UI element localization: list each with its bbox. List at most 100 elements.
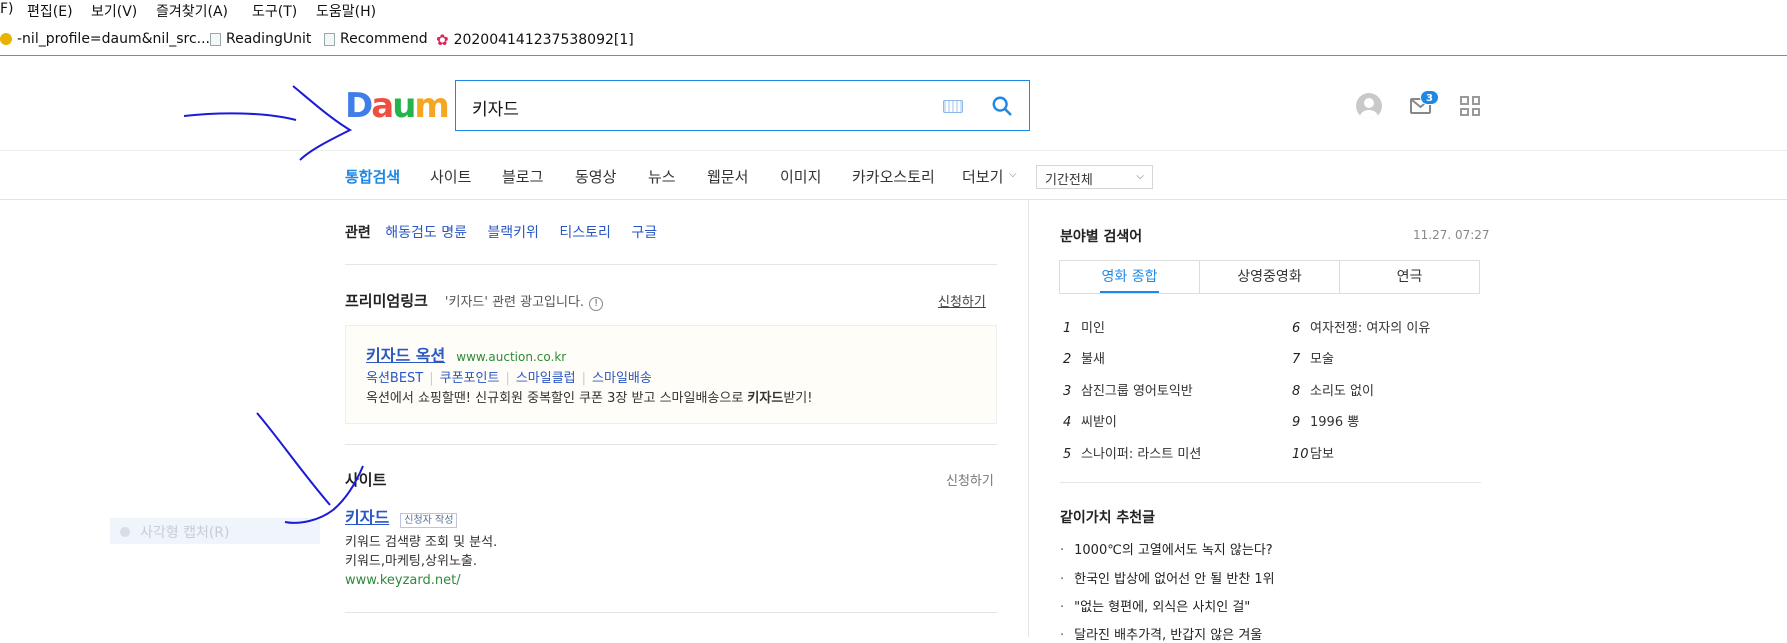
favorite-label: -nil_profile=daum&nil_src... [17, 31, 210, 47]
premium-header: 프리미엄링크 '키자드' 관련 광고입니다. ! [345, 290, 604, 311]
avatar[interactable] [1356, 93, 1382, 119]
rank-item[interactable]: 9 1996 뽕 [1292, 411, 1359, 430]
tab-image[interactable]: 이미지 [780, 166, 821, 187]
ghost-menu-label: 사각형 캡처(R) [140, 525, 230, 541]
sidebar-title: 분야별 검색어 [1060, 229, 1143, 245]
category-tabs: 영화 종합 상영중영화 연극 [1059, 260, 1480, 294]
menu-bar: F) 편집(E) 보기(V) 즐겨찾기(A) 도구(T) 도움말(H) [0, 0, 1787, 22]
menu-tools[interactable]: 도구(T) [252, 1, 297, 21]
capture-icon [120, 527, 130, 537]
rank-item[interactable]: 10담보 [1292, 443, 1334, 462]
column-divider [1028, 200, 1029, 637]
ghost-menu-item: 사각형 캡처(R) [110, 518, 320, 544]
favorite-item-readingunit[interactable]: ReadingUnit [210, 31, 311, 47]
site-result-desc: 키워드 검색량 조회 및 분석. [345, 535, 498, 550]
apps-grid-icon[interactable] [1460, 96, 1480, 116]
menu-edit[interactable]: 편집(E) [27, 1, 73, 21]
rank-item[interactable]: 7 모술 [1292, 348, 1334, 367]
rank-item[interactable]: 1 미인 [1063, 317, 1105, 336]
rank-item[interactable]: 2 불새 [1063, 348, 1105, 367]
search-icon[interactable] [991, 95, 1013, 117]
daum-logo[interactable]: Daum [345, 86, 450, 126]
chevron-down-icon[interactable]: ⌵ [1009, 169, 1017, 180]
site-apply-link[interactable]: 신청하기 [946, 470, 994, 489]
nav-divider [0, 199, 1787, 200]
menu-view[interactable]: 보기(V) [91, 1, 137, 21]
ad-sublink[interactable]: 스마일클럽 [516, 371, 576, 386]
tab-movie-all[interactable]: 영화 종합 [1060, 261, 1200, 293]
site-result: 키자드 신청자 작성 [345, 504, 458, 528]
site-result-title[interactable]: 키자드 [345, 508, 389, 527]
sidebar-timestamp: 11.27. 07:27 [1413, 228, 1490, 242]
favorite-item-image[interactable]: ✿ 202004141237538092[1] [436, 31, 634, 49]
ad-url[interactable]: www.auction.co.kr [456, 350, 566, 364]
rank-item[interactable]: 8 소리도 없이 [1292, 380, 1374, 399]
favorites-bar: -nil_profile=daum&nil_src... ReadingUnit… [0, 26, 1787, 56]
info-icon[interactable]: ! [589, 297, 604, 311]
ad-sublink[interactable]: 옥션BEST [366, 371, 423, 386]
tab-theater[interactable]: 연극 [1340, 261, 1479, 293]
premium-apply-link[interactable]: 신청하기 [938, 291, 986, 310]
related-link[interactable]: 해동검도 명륜 [385, 225, 467, 241]
tab-site[interactable]: 사이트 [430, 166, 471, 187]
related-link[interactable]: 블랙키위 [487, 225, 539, 241]
favorite-label: Recommend [340, 31, 428, 47]
tab-now-showing[interactable]: 상영중영화 [1200, 261, 1340, 293]
related-label: 관련 [345, 225, 371, 241]
search-input[interactable]: 키자드 [472, 95, 519, 120]
ad-desc-keyword: 키자드 [747, 391, 784, 406]
ad-desc-text: 받기! [783, 391, 813, 406]
site-result-url[interactable]: www.keyzard.net/ [345, 573, 461, 588]
flower-icon: ✿ [436, 31, 449, 49]
ad-card: 키자드 옥션 www.auction.co.kr 옥션BEST | 쿠폰포인트 | 스마… [345, 325, 997, 424]
menu-file[interactable]: F) [0, 1, 14, 17]
page-icon [210, 32, 221, 46]
related-link[interactable]: 티스토리 [559, 225, 611, 241]
favorite-item-profile[interactable]: -nil_profile=daum&nil_src... [0, 31, 210, 47]
mail-count-badge: 3 [1420, 90, 1439, 105]
tab-kakaostory[interactable]: 카카오스토리 [852, 166, 935, 187]
section-divider [345, 612, 997, 613]
premium-desc: '키자드' 관련 광고입니다. [444, 295, 585, 310]
ad-sublink[interactable]: 스마일배송 [592, 371, 652, 386]
sidebar-divider [1060, 482, 1481, 483]
rank-item[interactable]: 5 스나이퍼: 라스트 미션 [1063, 443, 1201, 462]
rank-item[interactable]: 4 씨받이 [1063, 411, 1117, 430]
globe-icon [0, 33, 12, 45]
section-divider [345, 264, 997, 265]
recommend-item[interactable]: "없는 형편에, 외식은 사치인 걸" [1060, 596, 1250, 615]
keyboard-icon[interactable] [943, 100, 963, 113]
search-box[interactable]: 키자드 [455, 80, 1030, 131]
section-divider [345, 444, 997, 445]
ad-description: 옥션에서 쇼핑할땐! 신규회원 중복할인 쿠폰 3장 받고 스마일배송으로 키자… [366, 387, 812, 406]
tab-integrated[interactable]: 통합검색 [345, 166, 400, 187]
recommend-item[interactable]: 달라진 배추가격, 반갑지 않은 겨울 [1060, 624, 1262, 643]
site-section-title: 사이트 [345, 471, 387, 489]
menu-favorites[interactable]: 즐겨찾기(A) [156, 1, 228, 21]
tab-news[interactable]: 뉴스 [648, 166, 676, 187]
tab-more[interactable]: 더보기 [962, 166, 1003, 187]
favorite-item-recommend[interactable]: Recommend [324, 31, 428, 47]
recommend-item[interactable]: 한국인 밥상에 없어선 안 될 반찬 1위 [1060, 568, 1275, 587]
rank-item[interactable]: 3 삼진그룹 영어토익반 [1063, 380, 1193, 399]
ad-sublinks: 옥션BEST | 쿠폰포인트 | 스마일클럽 | 스마일배송 [366, 371, 652, 386]
tab-webdoc[interactable]: 웹문서 [707, 166, 748, 187]
site-result-tag: 신청자 작성 [400, 513, 458, 528]
recommend-item[interactable]: 1000℃의 고열에서도 녹지 않는다? [1060, 539, 1273, 558]
ad-sublink[interactable]: 쿠폰포인트 [440, 371, 500, 386]
chevron-down-icon: ⌵ [1136, 171, 1144, 182]
recommend-title: 같이가치 추천글 [1060, 510, 1156, 526]
tab-video[interactable]: 동영상 [575, 166, 616, 187]
menu-help[interactable]: 도움말(H) [316, 1, 376, 21]
rank-item[interactable]: 6 여자전쟁: 여자의 이유 [1292, 317, 1430, 336]
favorite-label: ReadingUnit [226, 31, 312, 47]
tab-blog[interactable]: 블로그 [502, 166, 543, 187]
ad-title[interactable]: 키자드 옥션 [366, 346, 445, 365]
site-result-desc: 키워드,마케팅,상위노출. [345, 554, 477, 569]
related-link[interactable]: 구글 [631, 225, 657, 241]
period-select[interactable]: 기간전체 ⌵ [1036, 165, 1153, 189]
ad-desc-text: 옥션에서 쇼핑할땐! 신규회원 중복할인 쿠폰 3장 받고 스마일배송으로 [366, 391, 748, 406]
related-searches: 관련 해동검도 명륜 블랙키위 티스토리 구글 [345, 222, 657, 242]
favorite-label: 202004141237538092[1] [453, 32, 634, 48]
nav-divider [0, 150, 1787, 151]
